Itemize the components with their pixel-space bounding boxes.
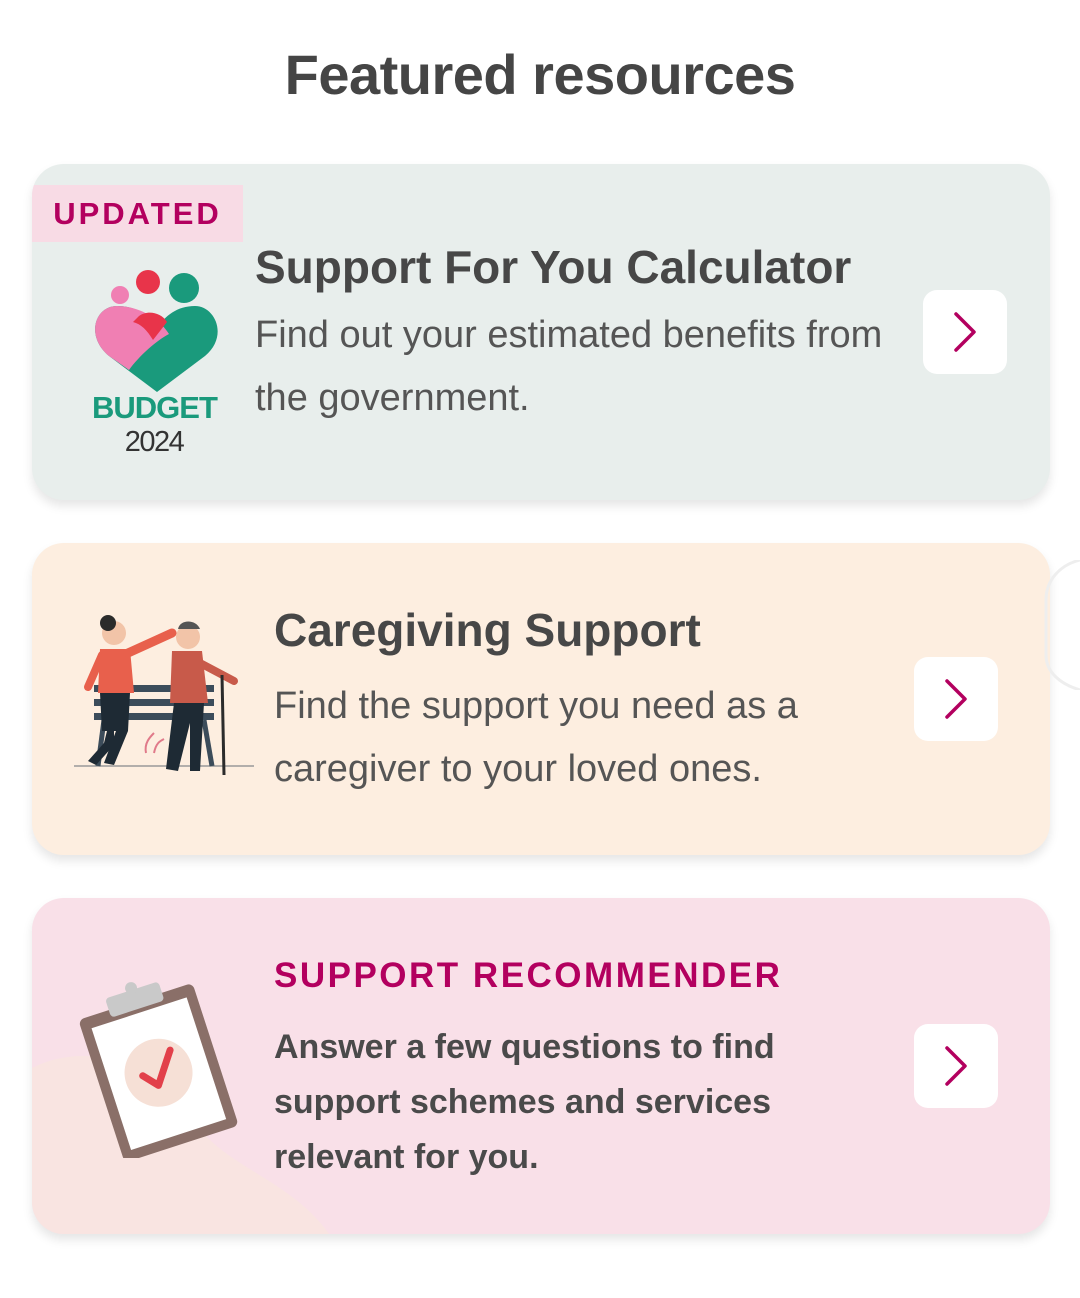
chevron-right-icon xyxy=(954,312,976,352)
card-title: Caregiving Support xyxy=(274,604,701,656)
card-description: Find the support you need as a caregiver… xyxy=(274,685,798,790)
card-title: Support For You Calculator xyxy=(255,241,852,293)
open-caregiving-button[interactable] xyxy=(914,657,998,741)
chevron-right-icon xyxy=(945,679,967,719)
caregiving-support-card[interactable]: Caregiving Support Find the support you … xyxy=(32,543,1050,855)
chevron-right-icon xyxy=(945,1046,967,1086)
support-for-you-calculator-card[interactable]: UPDATED BUDGET 2024 Support For You Calc… xyxy=(32,164,1050,500)
caregiver-illustration-icon xyxy=(74,615,254,776)
budget-logo-text: BUDGET xyxy=(92,390,218,425)
section-title: Featured resources xyxy=(284,43,796,106)
open-calculator-button[interactable] xyxy=(923,290,1007,374)
next-card-edge xyxy=(1044,560,1080,690)
card-eyebrow: SUPPORT RECOMMENDER xyxy=(274,956,783,995)
updated-badge: UPDATED xyxy=(32,185,243,242)
clipboard-check-icon xyxy=(79,982,238,1158)
featured-resources-page: Featured resources UPDATED BUDGET 2024 S… xyxy=(0,0,1080,1298)
support-recommender-card[interactable]: SUPPORT RECOMMENDER Answer a few questio… xyxy=(32,898,1050,1234)
budget-logo-year: 2024 xyxy=(124,426,185,458)
card-description: Find out your estimated benefits from th… xyxy=(255,314,883,419)
card-description: Answer a few questions to find support s… xyxy=(274,1028,775,1176)
open-recommender-button[interactable] xyxy=(914,1024,998,1108)
